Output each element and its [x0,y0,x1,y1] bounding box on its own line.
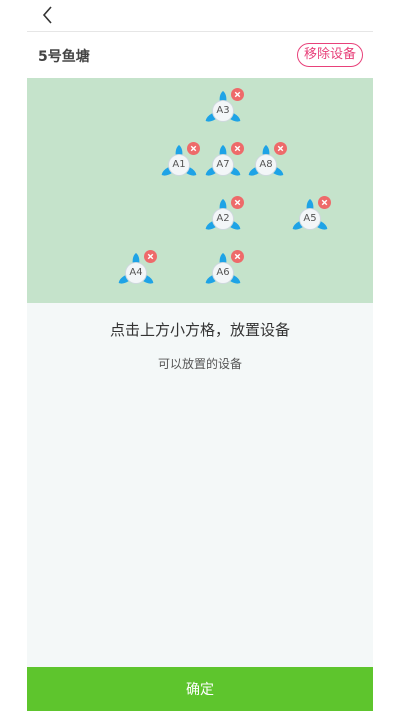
instruction-title: 点击上方小方格，放置设备 [109,321,290,339]
device-grid[interactable]: A3 A1 A7 A8 A2 A5 A4 A6 [27,78,373,303]
pond-title: 5号鱼塘 [38,49,90,65]
device-label: A2 [212,208,234,230]
device-a4[interactable]: A4 [113,250,159,296]
available-devices-label: 可以放置的设备 [157,357,242,371]
close-icon [321,199,328,206]
close-icon [234,199,241,206]
delete-device-button[interactable] [187,142,200,155]
device-label: A1 [168,154,190,176]
device-a7[interactable]: A7 [200,142,246,188]
device-a6[interactable]: A6 [200,250,246,296]
device-a2[interactable]: A2 [200,196,246,242]
close-icon [234,91,241,98]
device-a5[interactable]: A5 [287,196,333,242]
close-icon [147,253,154,260]
device-label: A8 [255,154,277,176]
pond-header: 5号鱼塘 移除设备 [27,32,373,78]
delete-device-button[interactable] [144,250,157,263]
device-label: A5 [299,208,321,230]
close-icon [190,145,197,152]
delete-device-button[interactable] [231,196,244,209]
instruction-panel: 点击上方小方格，放置设备 可以放置的设备 [27,303,373,667]
device-a1[interactable]: A1 [156,142,202,188]
delete-device-button[interactable] [274,142,287,155]
device-label: A6 [212,262,234,284]
chevron-left-icon [42,6,52,24]
delete-device-button[interactable] [231,250,244,263]
device-label: A7 [212,154,234,176]
delete-device-button[interactable] [318,196,331,209]
delete-device-button[interactable] [231,88,244,101]
screen: 5号鱼塘 移除设备 A3 A1 A7 A8 A2 A5 A4 A6 点击上方小方… [0,0,400,711]
close-icon [234,253,241,260]
device-label: A4 [125,262,147,284]
close-icon [277,145,284,152]
device-a8[interactable]: A8 [243,142,289,188]
nav-bar [27,0,373,32]
back-button[interactable] [35,2,61,28]
remove-device-button[interactable]: 移除设备 [296,43,363,67]
device-label: A3 [212,100,234,122]
confirm-button[interactable]: 确定 [27,667,373,711]
device-a3[interactable]: A3 [200,88,246,134]
